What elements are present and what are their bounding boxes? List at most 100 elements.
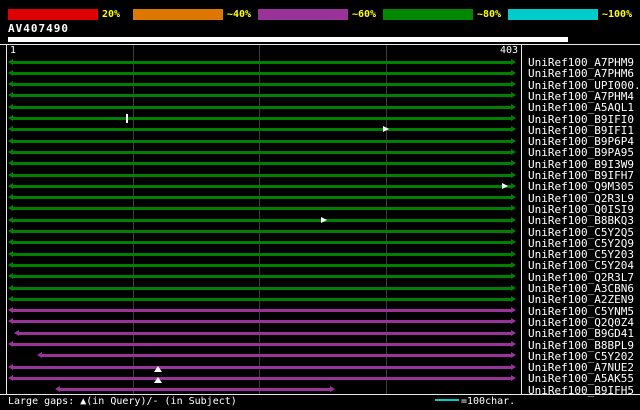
alignment-bar[interactable] bbox=[8, 58, 516, 67]
alignment-bar[interactable] bbox=[8, 182, 516, 191]
bar-line bbox=[12, 106, 512, 109]
bar-line bbox=[12, 151, 512, 154]
hit-label: UniRef100_B8BKQ3 bbox=[528, 214, 634, 227]
bar-right-arrow-icon bbox=[511, 251, 516, 257]
alignment-bar[interactable] bbox=[8, 261, 516, 270]
hit-label: UniRef100_B9PA95 bbox=[528, 146, 634, 159]
ruler-start-position: 1 bbox=[10, 45, 17, 56]
query-sequence-bar bbox=[8, 37, 568, 42]
hit-label: UniRef100_A5AQL1 bbox=[528, 101, 634, 114]
scale-segment-1 bbox=[8, 9, 98, 20]
hit-label: UniRef100_Q9M305 bbox=[528, 180, 634, 193]
alignment-bar[interactable] bbox=[8, 272, 516, 281]
bar-line bbox=[12, 366, 512, 369]
bar-line bbox=[12, 128, 512, 131]
alignment-bar[interactable] bbox=[8, 159, 516, 168]
alignment-bar[interactable] bbox=[8, 148, 516, 157]
alignment-bar[interactable] bbox=[8, 295, 516, 304]
alignment-bar[interactable] bbox=[8, 137, 516, 146]
hit-label: UniRef100_A2ZEN9 bbox=[528, 293, 634, 306]
gap-query-marker-icon bbox=[154, 377, 162, 383]
hit-label: UniRef100_A7PHM6 bbox=[528, 67, 634, 80]
alignment-bar[interactable] bbox=[8, 374, 516, 383]
ruler-end-position: 403 bbox=[499, 45, 518, 56]
alignment-bar[interactable] bbox=[8, 317, 516, 326]
bar-right-arrow-icon bbox=[511, 318, 516, 324]
alignment-bar[interactable] bbox=[37, 351, 516, 360]
alignment-bar[interactable] bbox=[14, 329, 516, 338]
arrow-marker-icon bbox=[383, 126, 389, 132]
bar-line bbox=[12, 72, 512, 75]
alignment-bar[interactable] bbox=[8, 227, 516, 236]
tick-marker-icon bbox=[126, 114, 128, 123]
scale-legend: =100char. bbox=[435, 397, 515, 407]
alignment-bar[interactable] bbox=[8, 125, 516, 134]
bar-right-arrow-icon bbox=[511, 262, 516, 268]
bar-right-arrow-icon bbox=[511, 104, 516, 110]
bar-right-arrow-icon bbox=[511, 92, 516, 98]
bar-right-arrow-icon bbox=[511, 81, 516, 87]
bar-line bbox=[12, 185, 512, 188]
bar-right-arrow-icon bbox=[511, 149, 516, 155]
bar-right-arrow-icon bbox=[511, 239, 516, 245]
bar-right-arrow-icon bbox=[511, 307, 516, 313]
bar-right-arrow-icon bbox=[511, 70, 516, 76]
hit-label: UniRef100_B9GD41 bbox=[528, 327, 634, 340]
alignment-bar[interactable] bbox=[8, 204, 516, 213]
alignment-bar[interactable] bbox=[8, 238, 516, 247]
alignment-bar[interactable] bbox=[8, 340, 516, 349]
scale-dash-icon bbox=[435, 399, 459, 401]
plot-border-left bbox=[6, 44, 7, 395]
large-gaps-legend: Large gaps: ▲(in Query)/- (in Subject) bbox=[8, 396, 237, 407]
bar-line bbox=[12, 219, 512, 222]
alignment-bar[interactable] bbox=[8, 193, 516, 202]
alignment-bar[interactable] bbox=[8, 91, 516, 100]
plot-border-right bbox=[521, 44, 522, 395]
alignment-bar[interactable] bbox=[8, 80, 516, 89]
scale-segment-label: ~100% bbox=[602, 9, 633, 20]
scale-segment-3 bbox=[258, 9, 348, 20]
bar-right-arrow-icon bbox=[511, 352, 516, 358]
gap-query-marker-icon bbox=[154, 366, 162, 372]
alignment-bar[interactable] bbox=[8, 306, 516, 315]
bar-right-arrow-icon bbox=[511, 341, 516, 347]
hit-label: UniRef100_B9IFH5 bbox=[528, 384, 634, 397]
blast-alignment-graphic: 20% ~40% ~60% ~80% ~100% AV407490 1 403 UniR… bbox=[0, 0, 640, 410]
alignment-bar[interactable] bbox=[8, 250, 516, 259]
alignment-bar[interactable] bbox=[8, 284, 516, 293]
hit-label: UniRef100_A5AK55 bbox=[528, 372, 634, 385]
alignment-bar[interactable] bbox=[8, 69, 516, 78]
bar-line bbox=[12, 230, 512, 233]
bar-line bbox=[12, 241, 512, 244]
bar-right-arrow-icon bbox=[511, 296, 516, 302]
alignment-bar[interactable] bbox=[8, 103, 516, 112]
bar-line bbox=[12, 275, 512, 278]
bar-right-arrow-icon bbox=[511, 172, 516, 178]
bar-line bbox=[12, 140, 512, 143]
bar-line bbox=[18, 332, 512, 335]
bar-line bbox=[12, 162, 512, 165]
bar-right-arrow-icon bbox=[511, 285, 516, 291]
bar-line bbox=[12, 117, 512, 120]
bar-right-arrow-icon bbox=[511, 59, 516, 65]
alignment-bar[interactable] bbox=[8, 363, 516, 372]
alignment-bar[interactable] bbox=[55, 385, 335, 394]
alignment-bar[interactable] bbox=[8, 216, 516, 225]
bar-line bbox=[12, 174, 512, 177]
bar-right-arrow-icon bbox=[511, 160, 516, 166]
scale-segment-2 bbox=[133, 9, 223, 20]
bar-line bbox=[12, 94, 512, 97]
bar-right-arrow-icon bbox=[511, 217, 516, 223]
plot-border-top bbox=[0, 44, 640, 45]
alignment-bar[interactable] bbox=[8, 114, 516, 123]
bar-line bbox=[12, 253, 512, 256]
bar-right-arrow-icon bbox=[511, 126, 516, 132]
bar-line bbox=[12, 343, 512, 346]
scale-segment-5 bbox=[508, 9, 598, 20]
alignment-bar[interactable] bbox=[8, 171, 516, 180]
bar-right-arrow-icon bbox=[330, 386, 335, 392]
scale-segment-label: ~80% bbox=[477, 9, 502, 20]
hit-label: UniRef100_C5Y204 bbox=[528, 259, 634, 272]
bar-line bbox=[12, 377, 512, 380]
scale-segment-label: 20% bbox=[102, 9, 121, 20]
